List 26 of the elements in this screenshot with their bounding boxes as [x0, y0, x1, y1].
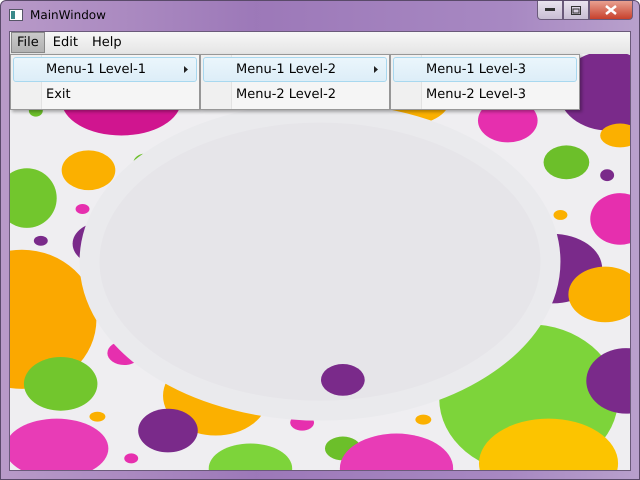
bubble: [415, 414, 432, 424]
menu-item[interactable]: Menu-2 Level-2: [203, 82, 387, 107]
menu-bar-item[interactable]: Edit: [46, 32, 84, 54]
bubble: [600, 168, 614, 181]
menu-item[interactable]: Menu-2 Level-3: [393, 82, 577, 107]
window-title: MainWindow: [30, 8, 106, 22]
menu-item[interactable]: Exit: [13, 82, 197, 107]
bubble: [554, 210, 568, 220]
bubble: [321, 364, 365, 396]
maximize-button[interactable]: [563, 1, 589, 20]
bubble: [76, 204, 90, 214]
bubble: [10, 168, 57, 228]
bubble: [62, 150, 116, 190]
menu-item[interactable]: Menu-1 Level-1: [13, 56, 197, 82]
minimize-icon: [545, 8, 555, 12]
menu-item[interactable]: Menu-1 Level-3: [393, 56, 577, 82]
menu-bar-item[interactable]: Help: [86, 32, 128, 54]
window-icon: [9, 9, 23, 21]
menu-item[interactable]: Menu-1 Level-2: [203, 56, 387, 82]
close-button[interactable]: [589, 1, 633, 20]
minimize-button[interactable]: [537, 1, 563, 20]
maximize-icon: [571, 6, 581, 14]
bubble: [544, 145, 590, 179]
bubble: [34, 236, 48, 246]
menu-bar-item[interactable]: File: [11, 32, 45, 54]
close-icon: [605, 5, 617, 15]
